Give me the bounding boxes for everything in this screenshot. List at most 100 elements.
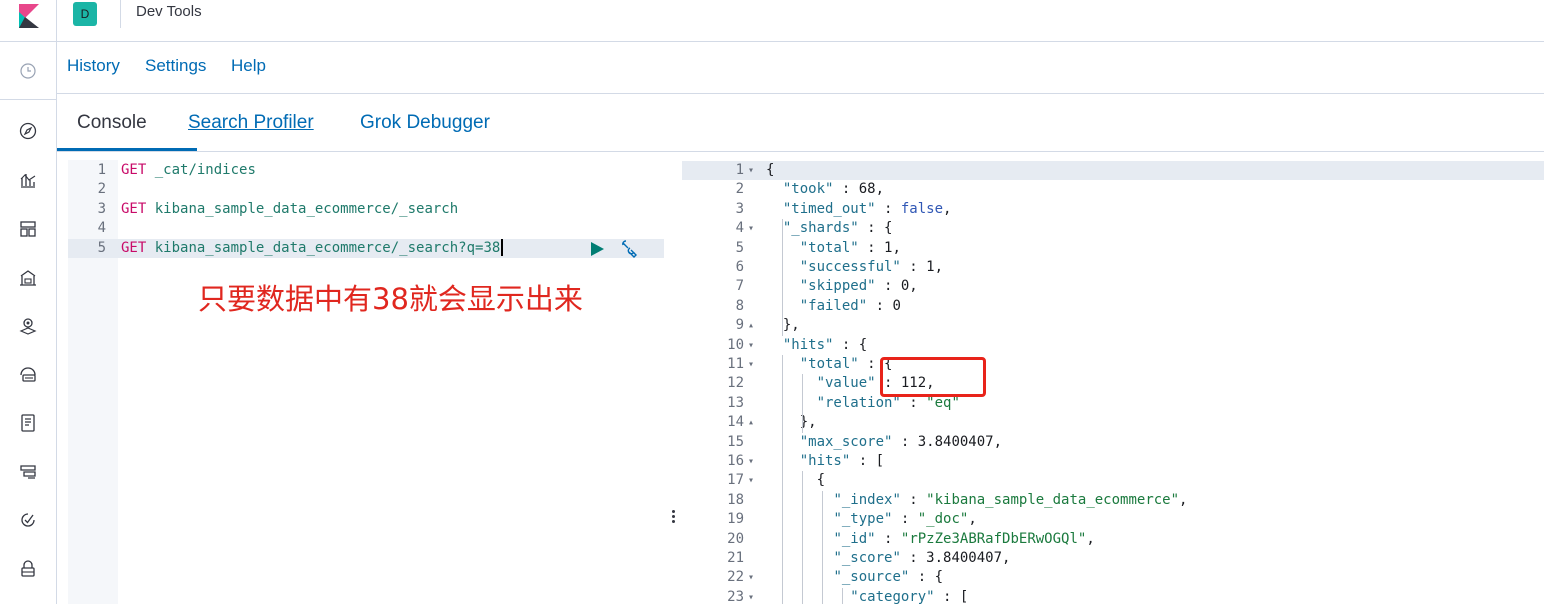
- output-line: 14 ▴ },: [682, 413, 1544, 432]
- line-number: 8: [735, 297, 744, 314]
- annotation-text: 只要数据中有38就会显示出来: [198, 282, 583, 316]
- line-number: 1: [97, 162, 106, 178]
- settings-link[interactable]: Settings: [145, 56, 206, 76]
- visualize-icon[interactable]: [18, 170, 38, 190]
- editor-line[interactable]: 3 GET kibana_sample_data_ecommerce/_sear…: [68, 200, 664, 219]
- dashboard-icon[interactable]: [18, 219, 38, 239]
- ml-icon[interactable]: [18, 365, 38, 385]
- output-line: 17 ▾ {: [682, 471, 1544, 490]
- line-number: 16: [727, 453, 744, 469]
- security-icon[interactable]: [18, 559, 38, 579]
- indent-guide: [842, 587, 843, 604]
- line-number: 5: [735, 239, 744, 256]
- uptime-icon[interactable]: [18, 510, 38, 530]
- apm-icon[interactable]: [18, 462, 38, 482]
- output-line: 12 "value" : 112,: [682, 374, 1544, 393]
- tab-console[interactable]: Console: [77, 112, 147, 134]
- output-line: 8 "failed" : 0: [682, 297, 1544, 316]
- fold-toggle-icon[interactable]: ▾: [748, 219, 754, 238]
- line-number: 4: [735, 220, 744, 237]
- editor-line-active[interactable]: 5 GET kibana_sample_data_ecommerce/_sear…: [68, 238, 664, 259]
- fold-toggle-icon[interactable]: ▾: [748, 355, 754, 374]
- compass-icon[interactable]: [18, 121, 38, 141]
- editor-line[interactable]: 1 GET _cat/indices: [68, 161, 664, 180]
- line-number: 13: [727, 394, 744, 411]
- response-output[interactable]: 1 ▾{2 "took" : 68, 3 "timed_out" : false, 4…: [682, 160, 1544, 604]
- panel-resizer[interactable]: [668, 508, 678, 532]
- code-text: GET _cat/indices: [121, 161, 256, 180]
- logs-icon[interactable]: [18, 413, 38, 433]
- json-text: "successful" : 1,: [799, 259, 944, 275]
- line-number: 2: [97, 181, 106, 198]
- request-path: kibana_sample_data_ecommerce/_search: [146, 200, 459, 217]
- json-text: "total" : 1,: [799, 239, 901, 256]
- line-number: 5: [97, 239, 106, 256]
- output-line: 6 "successful" : 1,: [682, 258, 1544, 277]
- fold-toggle-icon[interactable]: ▾: [748, 161, 754, 180]
- json-text: "total" : {: [799, 356, 893, 372]
- clock-icon[interactable]: [18, 61, 38, 81]
- console-editor[interactable]: 1 GET _cat/indices 2 3 GET kibana_sample…: [68, 160, 664, 604]
- json-text: "hits" : {: [782, 336, 868, 353]
- kibana-logo-icon[interactable]: [17, 4, 41, 28]
- line-number: 23: [727, 588, 744, 604]
- dev-tools-app: D Dev Tools History Settings Help Consol…: [0, 0, 1544, 604]
- line-number: 19: [727, 511, 744, 528]
- fold-toggle-icon[interactable]: ▴: [748, 316, 754, 335]
- output-line: 13 "relation" : "eq": [682, 394, 1544, 413]
- wrench-icon[interactable]: [619, 239, 639, 259]
- logo-area: [0, 0, 57, 42]
- json-text: {: [766, 162, 775, 178]
- tab-search-profiler[interactable]: Search Profiler: [188, 112, 314, 134]
- run-request-button[interactable]: [588, 241, 606, 257]
- request-path: kibana_sample_data_ecommerce/_search?q=3…: [146, 239, 501, 256]
- line-number: 11: [727, 356, 744, 372]
- line-number: 6: [735, 259, 744, 275]
- http-method: GET: [121, 162, 147, 178]
- nav-rail: [0, 0, 57, 604]
- request-path: _cat/indices: [146, 162, 256, 178]
- line-number: 21: [727, 550, 744, 566]
- output-line: 5 "total" : 1,: [682, 239, 1544, 258]
- line-number: 17: [727, 472, 744, 489]
- help-link[interactable]: Help: [231, 56, 266, 76]
- json-text: },: [766, 414, 817, 431]
- output-line: 3 "timed_out" : false,: [682, 200, 1544, 219]
- tab-grok-debugger[interactable]: Grok Debugger: [360, 112, 490, 134]
- line-number: 18: [727, 491, 744, 508]
- json-text: "_shards" : {: [782, 220, 893, 237]
- editor-line[interactable]: 4: [68, 219, 664, 238]
- maps-icon[interactable]: [18, 316, 38, 336]
- top-header: D Dev Tools: [57, 0, 1544, 42]
- history-link[interactable]: History: [67, 56, 120, 76]
- line-number: 7: [735, 278, 744, 295]
- fold-toggle-icon[interactable]: ▾: [748, 568, 754, 587]
- line-number: 4: [97, 220, 106, 237]
- space-avatar[interactable]: D: [73, 2, 97, 26]
- output-line: 1 ▾ {: [682, 161, 1544, 181]
- output-line: 16 ▾ "hits" : [: [682, 452, 1544, 471]
- output-line: 11 ▾ "total" : {: [682, 355, 1544, 374]
- output-line: 21 "_score" : 3.8400407,: [682, 549, 1544, 568]
- indent-guide: [782, 219, 783, 336]
- line-number: 3: [97, 200, 106, 217]
- fold-toggle-icon[interactable]: ▾: [748, 588, 754, 604]
- line-number: 20: [727, 530, 744, 547]
- fold-toggle-icon[interactable]: ▾: [748, 452, 754, 471]
- fold-toggle-icon[interactable]: ▾: [748, 471, 754, 490]
- line-number: 22: [727, 569, 744, 586]
- indent-guide: [802, 471, 803, 604]
- canvas-icon[interactable]: [18, 268, 38, 288]
- editor-line[interactable]: 2: [68, 180, 664, 199]
- output-line: 7 "skipped" : 0,: [682, 277, 1544, 296]
- http-method: GET: [121, 239, 147, 256]
- line-number: 12: [727, 375, 744, 392]
- active-tab-indicator: [57, 148, 197, 151]
- output-line: 15 "max_score" : 3.8400407,: [682, 433, 1544, 452]
- json-text: "max_score" : 3.8400407,: [799, 433, 1003, 450]
- fold-toggle-icon[interactable]: ▾: [748, 336, 754, 355]
- fold-toggle-icon[interactable]: ▴: [748, 413, 754, 432]
- output-line: 19 "_type" : "_doc",: [682, 510, 1544, 529]
- http-method: GET: [121, 200, 147, 217]
- json-text: "skipped" : 0,: [799, 278, 918, 295]
